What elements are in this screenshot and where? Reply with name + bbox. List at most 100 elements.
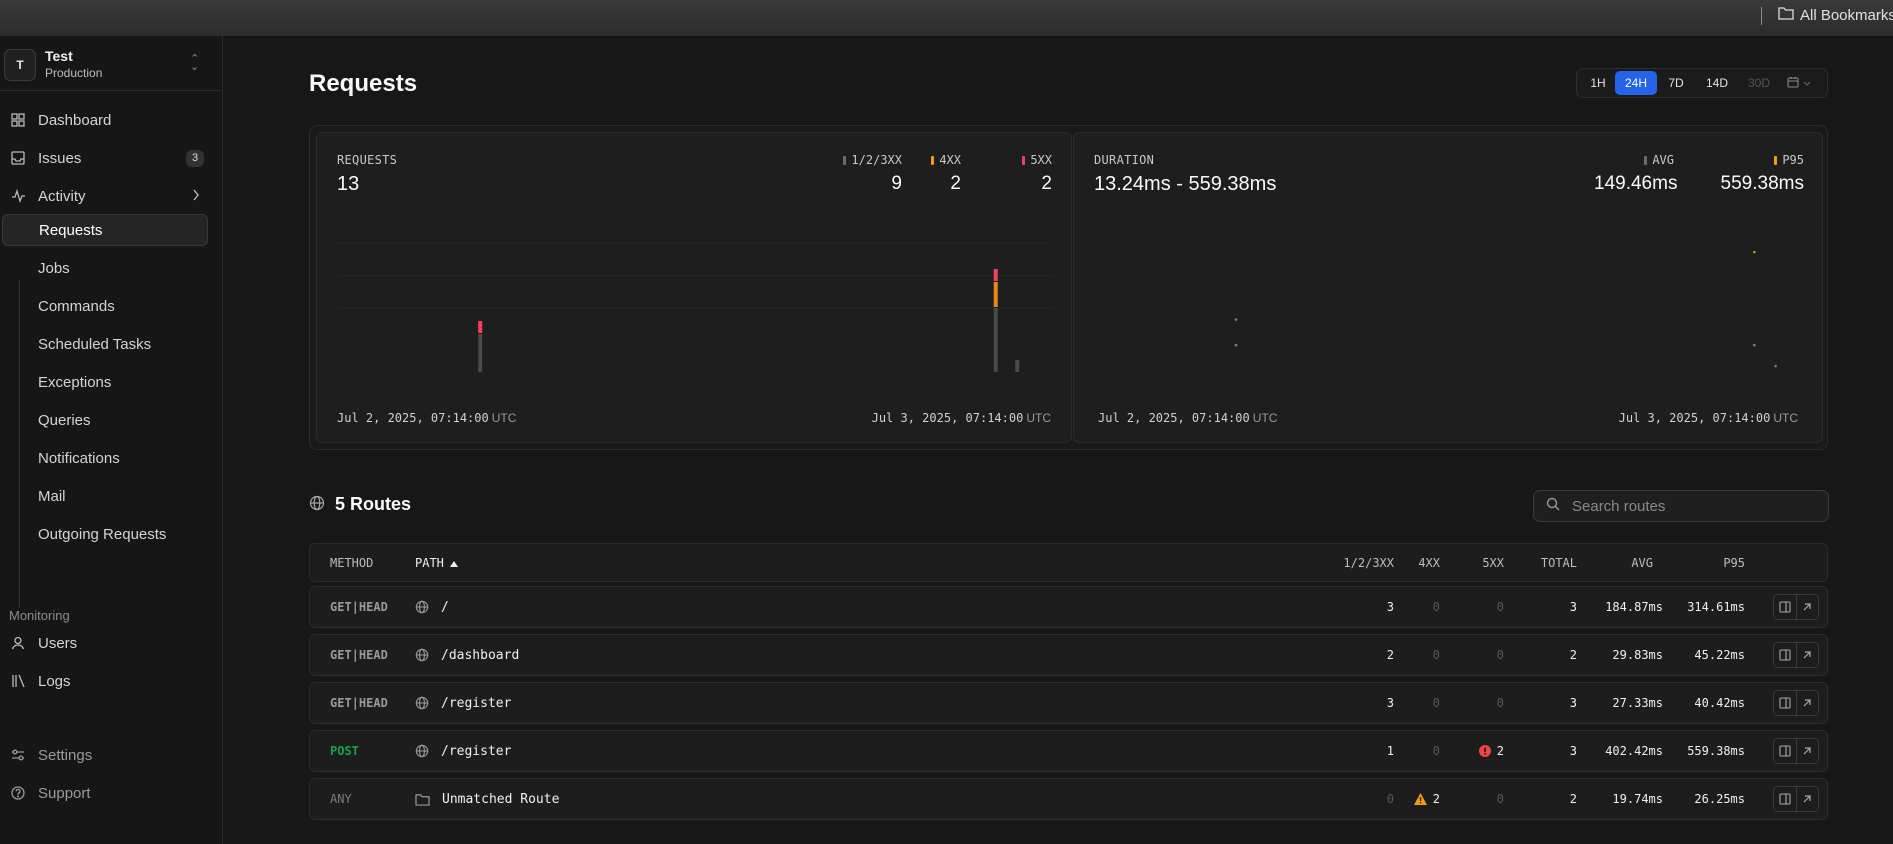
cell-total: 2 bbox=[1570, 635, 1577, 675]
dashboard-icon bbox=[10, 112, 26, 128]
cell-5xx: 2 bbox=[1478, 731, 1504, 771]
open-panel-icon[interactable] bbox=[1774, 787, 1797, 811]
legend-value: 2 bbox=[950, 173, 961, 194]
range-option-30d: 30D bbox=[1747, 76, 1770, 90]
open-panel-icon[interactable] bbox=[1774, 643, 1797, 667]
cell-p95: 559.38ms bbox=[1687, 744, 1745, 758]
sidebar-item-users[interactable]: Users bbox=[0, 627, 222, 659]
sidebar-item-activity[interactable]: Activity bbox=[0, 180, 222, 212]
cell-2xx-value: 3 bbox=[1386, 696, 1394, 710]
all-bookmarks-button[interactable]: All Bookmarks bbox=[1778, 6, 1893, 24]
folder-icon bbox=[415, 793, 430, 806]
time-range-selector: 1H 24H 7D 14D 30D bbox=[1576, 68, 1828, 98]
sidebar-item-logs[interactable]: Logs bbox=[0, 665, 222, 697]
legend-label: 1/2/3XX bbox=[851, 153, 902, 167]
date-picker-button[interactable] bbox=[1779, 71, 1819, 95]
cell-p95: 40.42ms bbox=[1694, 696, 1745, 710]
column-4xx[interactable]: 4XX bbox=[1418, 544, 1440, 581]
point-p95 bbox=[1753, 250, 1756, 254]
range-option-1h[interactable]: 1H bbox=[1581, 71, 1615, 95]
sidebar-item-commands[interactable]: Commands bbox=[2, 290, 208, 322]
cell-total: 3 bbox=[1570, 683, 1577, 723]
cell-total-value: 2 bbox=[1569, 648, 1577, 662]
sidebar-item-issues[interactable]: Issues 3 bbox=[0, 142, 222, 174]
cell-total-value: 2 bbox=[1569, 792, 1577, 806]
cell-total: 2 bbox=[1570, 779, 1577, 819]
column-method[interactable]: METHOD bbox=[330, 544, 373, 581]
column-2xx[interactable]: 1/2/3XX bbox=[1343, 544, 1394, 581]
external-link-icon[interactable] bbox=[1797, 643, 1819, 667]
bar-5xx bbox=[478, 321, 483, 333]
range-option-24h[interactable]: 24H bbox=[1615, 71, 1657, 95]
routes-title: 5 Routes bbox=[335, 494, 412, 514]
sidebar-item-mail[interactable]: Mail bbox=[2, 480, 208, 512]
table-row[interactable]: ANY Unmatched Route 0 2 0 2 19.74ms 26.25ms bbox=[309, 778, 1828, 820]
open-panel-icon[interactable] bbox=[1774, 691, 1797, 715]
external-link-icon[interactable] bbox=[1797, 691, 1819, 715]
sidebar-item-settings[interactable]: Settings bbox=[0, 739, 222, 771]
search-routes-input[interactable] bbox=[1570, 496, 1814, 516]
route-path-text: /dashboard bbox=[441, 647, 520, 663]
cell-5xx-value: 0 bbox=[1496, 792, 1504, 806]
sidebar-item-label: Dashboard bbox=[38, 111, 112, 129]
table-row[interactable]: GET|HEAD/dashboard 2 0 0 2 29.83ms 45.22ms bbox=[309, 634, 1828, 676]
cell-2xx: 1 bbox=[1387, 731, 1394, 771]
external-link-icon[interactable] bbox=[1797, 595, 1819, 619]
search-routes-field[interactable] bbox=[1533, 490, 1829, 522]
sidebar-item-exceptions[interactable]: Exceptions bbox=[2, 366, 208, 398]
column-path[interactable]: PATH bbox=[415, 544, 458, 581]
axis-start-label: Jul 2, 2025, 07:14:00 bbox=[337, 411, 489, 425]
external-link-icon[interactable] bbox=[1797, 739, 1819, 763]
cell-avg: 19.74ms bbox=[1612, 792, 1663, 806]
toolbar-separator bbox=[1761, 7, 1762, 25]
user-icon bbox=[10, 635, 26, 651]
globe-icon bbox=[415, 600, 429, 614]
range-option-7d[interactable]: 7D bbox=[1657, 71, 1695, 95]
charts-panel: REQUESTS 13 1/2/3XX 9 4XX 2 5XX 2 Jul 2,… bbox=[309, 125, 1828, 450]
cell-2xx-value: 1 bbox=[1386, 744, 1394, 758]
requests-axis-end: Jul 3, 2025, 07:14:00 UTC bbox=[872, 411, 1051, 425]
sidebar-item-dashboard[interactable]: Dashboard bbox=[0, 104, 222, 136]
cell-5xx-value: 0 bbox=[1496, 696, 1504, 710]
bar-4xx bbox=[993, 282, 998, 307]
sidebar: T Test Production ⌃ ⌄ Dashboard Issues 3 … bbox=[0, 36, 223, 844]
bar-2xx bbox=[478, 334, 483, 372]
bar-2xx bbox=[993, 308, 998, 372]
column-total[interactable]: TOTAL bbox=[1541, 544, 1577, 581]
chevron-right-icon bbox=[192, 188, 200, 205]
table-row[interactable]: GET|HEAD/register 3 0 0 3 27.33ms 40.42ms bbox=[309, 682, 1828, 724]
sidebar-item-outgoing-requests[interactable]: Outgoing Requests bbox=[2, 518, 208, 550]
cell-5xx: 0 bbox=[1497, 635, 1504, 675]
external-link-icon[interactable] bbox=[1797, 787, 1819, 811]
table-row[interactable]: POST/register 1 0 2 3 402.42ms 559.38ms bbox=[309, 730, 1828, 772]
open-panel-icon[interactable] bbox=[1774, 595, 1797, 619]
column-5xx[interactable]: 5XX bbox=[1482, 544, 1504, 581]
axis-end-label: Jul 3, 2025, 07:14:00 bbox=[1618, 411, 1771, 425]
cell-5xx: 0 bbox=[1497, 779, 1504, 819]
sidebar-item-queries[interactable]: Queries bbox=[2, 404, 208, 436]
cell-p95: 314.61ms bbox=[1687, 600, 1745, 614]
sidebar-item-scheduled-tasks[interactable]: Scheduled Tasks bbox=[2, 328, 208, 360]
cell-2xx: 3 bbox=[1387, 683, 1394, 723]
cell-p95: 45.22ms bbox=[1694, 648, 1745, 662]
requests-chart-card: REQUESTS 13 1/2/3XX 9 4XX 2 5XX 2 Jul 2,… bbox=[316, 132, 1072, 443]
sidebar-item-jobs[interactable]: Jobs bbox=[2, 252, 208, 284]
axis-start-label: Jul 2, 2025, 07:14:00 bbox=[1098, 411, 1250, 425]
team-switcher[interactable]: T Test Production ⌃ ⌄ bbox=[0, 36, 222, 91]
table-row[interactable]: GET|HEAD / 3 0 0 3 184.87ms 314.61ms bbox=[309, 586, 1828, 628]
requests-bar-chart bbox=[337, 242, 1053, 372]
open-panel-icon[interactable] bbox=[1774, 739, 1797, 763]
browser-toolbar: All Bookmarks bbox=[0, 0, 1893, 37]
cell-5xx: 0 bbox=[1497, 587, 1504, 627]
column-avg[interactable]: AVG bbox=[1631, 544, 1653, 581]
sidebar-item-support[interactable]: Support bbox=[0, 777, 222, 809]
legend-label: P95 bbox=[1782, 153, 1804, 167]
range-option-14d[interactable]: 14D bbox=[1695, 71, 1739, 95]
cell-4xx-value: 0 bbox=[1432, 696, 1440, 710]
timezone-label: UTC bbox=[1026, 411, 1051, 425]
cell-avg: 402.42ms bbox=[1605, 744, 1663, 758]
column-p95[interactable]: P95 bbox=[1723, 544, 1745, 581]
duration-chart-title: DURATION bbox=[1094, 153, 1155, 167]
sidebar-item-notifications[interactable]: Notifications bbox=[2, 442, 208, 474]
sidebar-item-requests[interactable]: Requests bbox=[2, 214, 208, 246]
